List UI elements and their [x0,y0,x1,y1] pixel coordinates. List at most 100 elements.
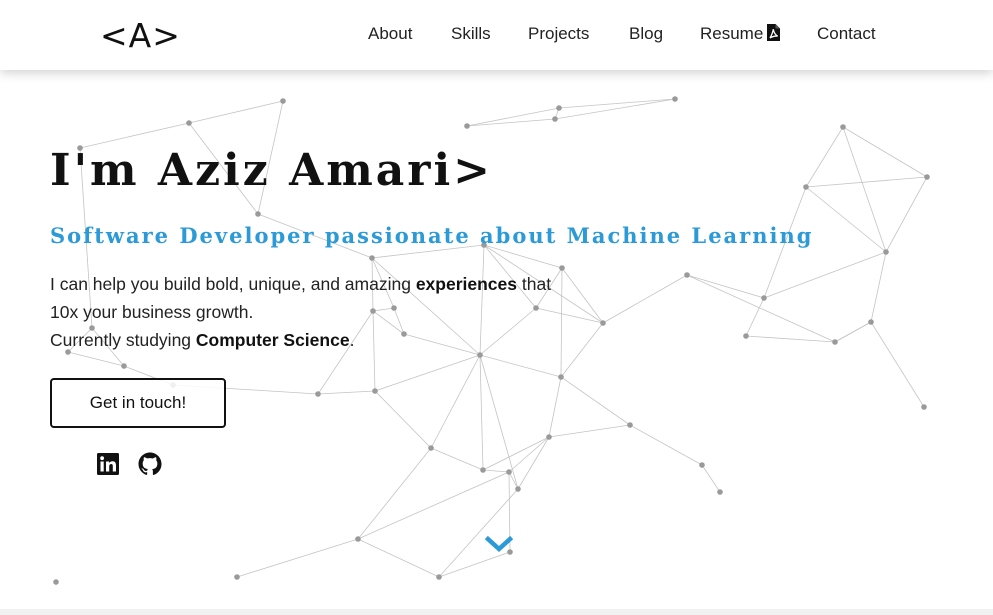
network-node [506,469,512,475]
nav-resume-label: Resume [700,24,764,43]
nav-contact[interactable]: Contact [817,24,876,44]
network-edge [805,176,928,188]
network-edge [236,538,359,578]
hero-subtitle: Software Developer passionate about Mach… [50,223,814,248]
network-edge [701,464,721,493]
network-edge [870,251,887,323]
network-edge [870,321,925,408]
network-edge [686,274,836,343]
network-node [600,320,606,326]
network-edge [374,390,432,449]
network-edge [438,551,511,578]
network-node [355,536,361,542]
network-node [743,333,749,339]
network-node [280,98,286,104]
network-edge [834,321,872,343]
network-edge [357,471,510,540]
network-edge [842,126,887,253]
network-edge [745,297,765,337]
network-node [480,467,486,473]
network-edge [430,447,484,471]
github-icon[interactable] [138,452,162,476]
network-edge [686,274,765,299]
linkedin-icon[interactable] [96,452,120,476]
network-edge [482,469,510,473]
network-node [868,319,874,325]
network-node [684,272,690,278]
network-edge [805,126,844,188]
network-node [315,391,321,397]
network-edge [554,98,676,120]
network-node [372,388,378,394]
hero-intro: I can help you build bold, unique, and a… [50,270,551,354]
network-edge [548,424,631,438]
network-edge [466,118,556,127]
network-edge [438,488,519,578]
chevron-down-icon[interactable] [485,534,513,554]
network-edge [558,98,676,109]
network-node [840,124,846,130]
network-node [515,486,521,492]
network-node [255,211,261,217]
network-edge [629,424,703,466]
network-node [464,123,470,129]
network-node [924,174,930,180]
network-node [803,184,809,190]
network-node [369,255,375,261]
network-edge [842,126,928,178]
section-divider [0,609,993,615]
intro-text: Currently studying [50,330,196,350]
site-logo[interactable]: <A> [100,14,181,58]
network-node [558,374,564,380]
nav-about[interactable]: About [368,24,412,44]
network-edge [560,267,563,378]
network-edge [67,351,125,367]
network-node [53,579,59,585]
network-edge [483,244,563,269]
hero-title: I'm Aziz Amari> [50,145,494,196]
nav-projects[interactable]: Projects [528,24,589,44]
network-node [436,574,442,580]
network-node [186,120,192,126]
top-navbar: <A> About Skills Projects Blog Resume Co… [0,0,993,70]
network-node [559,265,565,271]
network-node [428,445,434,451]
get-in-touch-button[interactable]: Get in touch! [50,378,226,428]
network-node [921,404,927,410]
network-edge [560,322,604,378]
pdf-file-icon [767,24,781,41]
nav-skills[interactable]: Skills [451,24,491,44]
network-node [546,434,552,440]
network-edge [763,251,887,299]
network-node [556,105,562,111]
network-edge [479,354,562,378]
intro-text: I can help you build bold, unique, and a… [50,274,416,294]
network-edge [548,376,562,438]
network-node [883,249,889,255]
network-node [832,339,838,345]
network-edge [885,176,928,253]
nav-blog[interactable]: Blog [629,24,663,44]
network-edge [508,436,550,473]
network-edge [745,335,836,343]
network-node [761,295,767,301]
network-node [672,96,678,102]
nav-resume[interactable]: Resume [700,24,781,44]
network-edge [560,376,631,426]
network-node [121,363,127,369]
intro-highlight: Computer Science [195,330,350,350]
intro-highlight: experiences [415,274,518,294]
network-edge [466,107,560,127]
network-edge [479,354,484,471]
network-edge [317,390,376,395]
intro-text: 10x your business growth. [50,302,254,322]
network-edge [805,186,887,253]
network-node [552,116,558,122]
intro-text: . [349,330,355,350]
network-edge [602,274,688,324]
network-node [699,462,705,468]
network-node [627,422,633,428]
network-edge [357,447,432,540]
network-node [234,574,240,580]
network-edge [188,100,284,124]
